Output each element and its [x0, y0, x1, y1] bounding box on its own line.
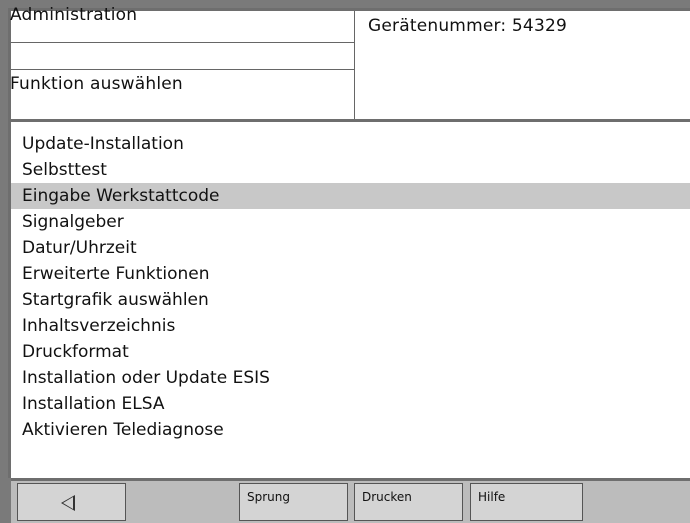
triangle-left-icon — [61, 495, 75, 511]
header-empty-row — [11, 43, 354, 70]
device-number: Gerätenummer: 54329 — [368, 16, 567, 36]
menu-item-selbsttest[interactable]: Selbsttest — [11, 157, 690, 183]
menu-item-druckformat[interactable]: Druckformat — [11, 339, 690, 365]
page-title: Administration — [10, 5, 138, 25]
back-button[interactable] — [17, 483, 126, 521]
menu-item-signalgeber[interactable]: Signalgeber — [11, 209, 690, 235]
menu-item-installation-update-esis[interactable]: Installation oder Update ESIS — [11, 365, 690, 391]
menu-item-eingabe-werkstattcode[interactable]: Eingabe Werkstattcode — [11, 183, 690, 209]
menu-item-aktivieren-telediagnose[interactable]: Aktivieren Telediagnose — [11, 417, 690, 443]
menu-item-datum-uhrzeit[interactable]: Datur/Uhrzeit — [11, 235, 690, 261]
hilfe-button[interactable]: Hilfe — [470, 483, 583, 521]
sprung-button[interactable]: Sprung — [239, 483, 348, 521]
function-select-label: Funktion auswählen — [10, 74, 183, 94]
header-left-panel — [11, 11, 355, 120]
menu-item-erweiterte-funktionen[interactable]: Erweiterte Funktionen — [11, 261, 690, 287]
menu-item-inhaltsverzeichnis[interactable]: Inhaltsverzeichnis — [11, 313, 690, 339]
menu-item-installation-elsa[interactable]: Installation ELSA — [11, 391, 690, 417]
menu-item-update-installation[interactable]: Update-Installation — [11, 131, 690, 157]
function-menu: Update-Installation Selbsttest Eingabe W… — [11, 122, 690, 478]
menu-item-startgrafik-auswaehlen[interactable]: Startgrafik auswählen — [11, 287, 690, 313]
drucken-button[interactable]: Drucken — [354, 483, 463, 521]
